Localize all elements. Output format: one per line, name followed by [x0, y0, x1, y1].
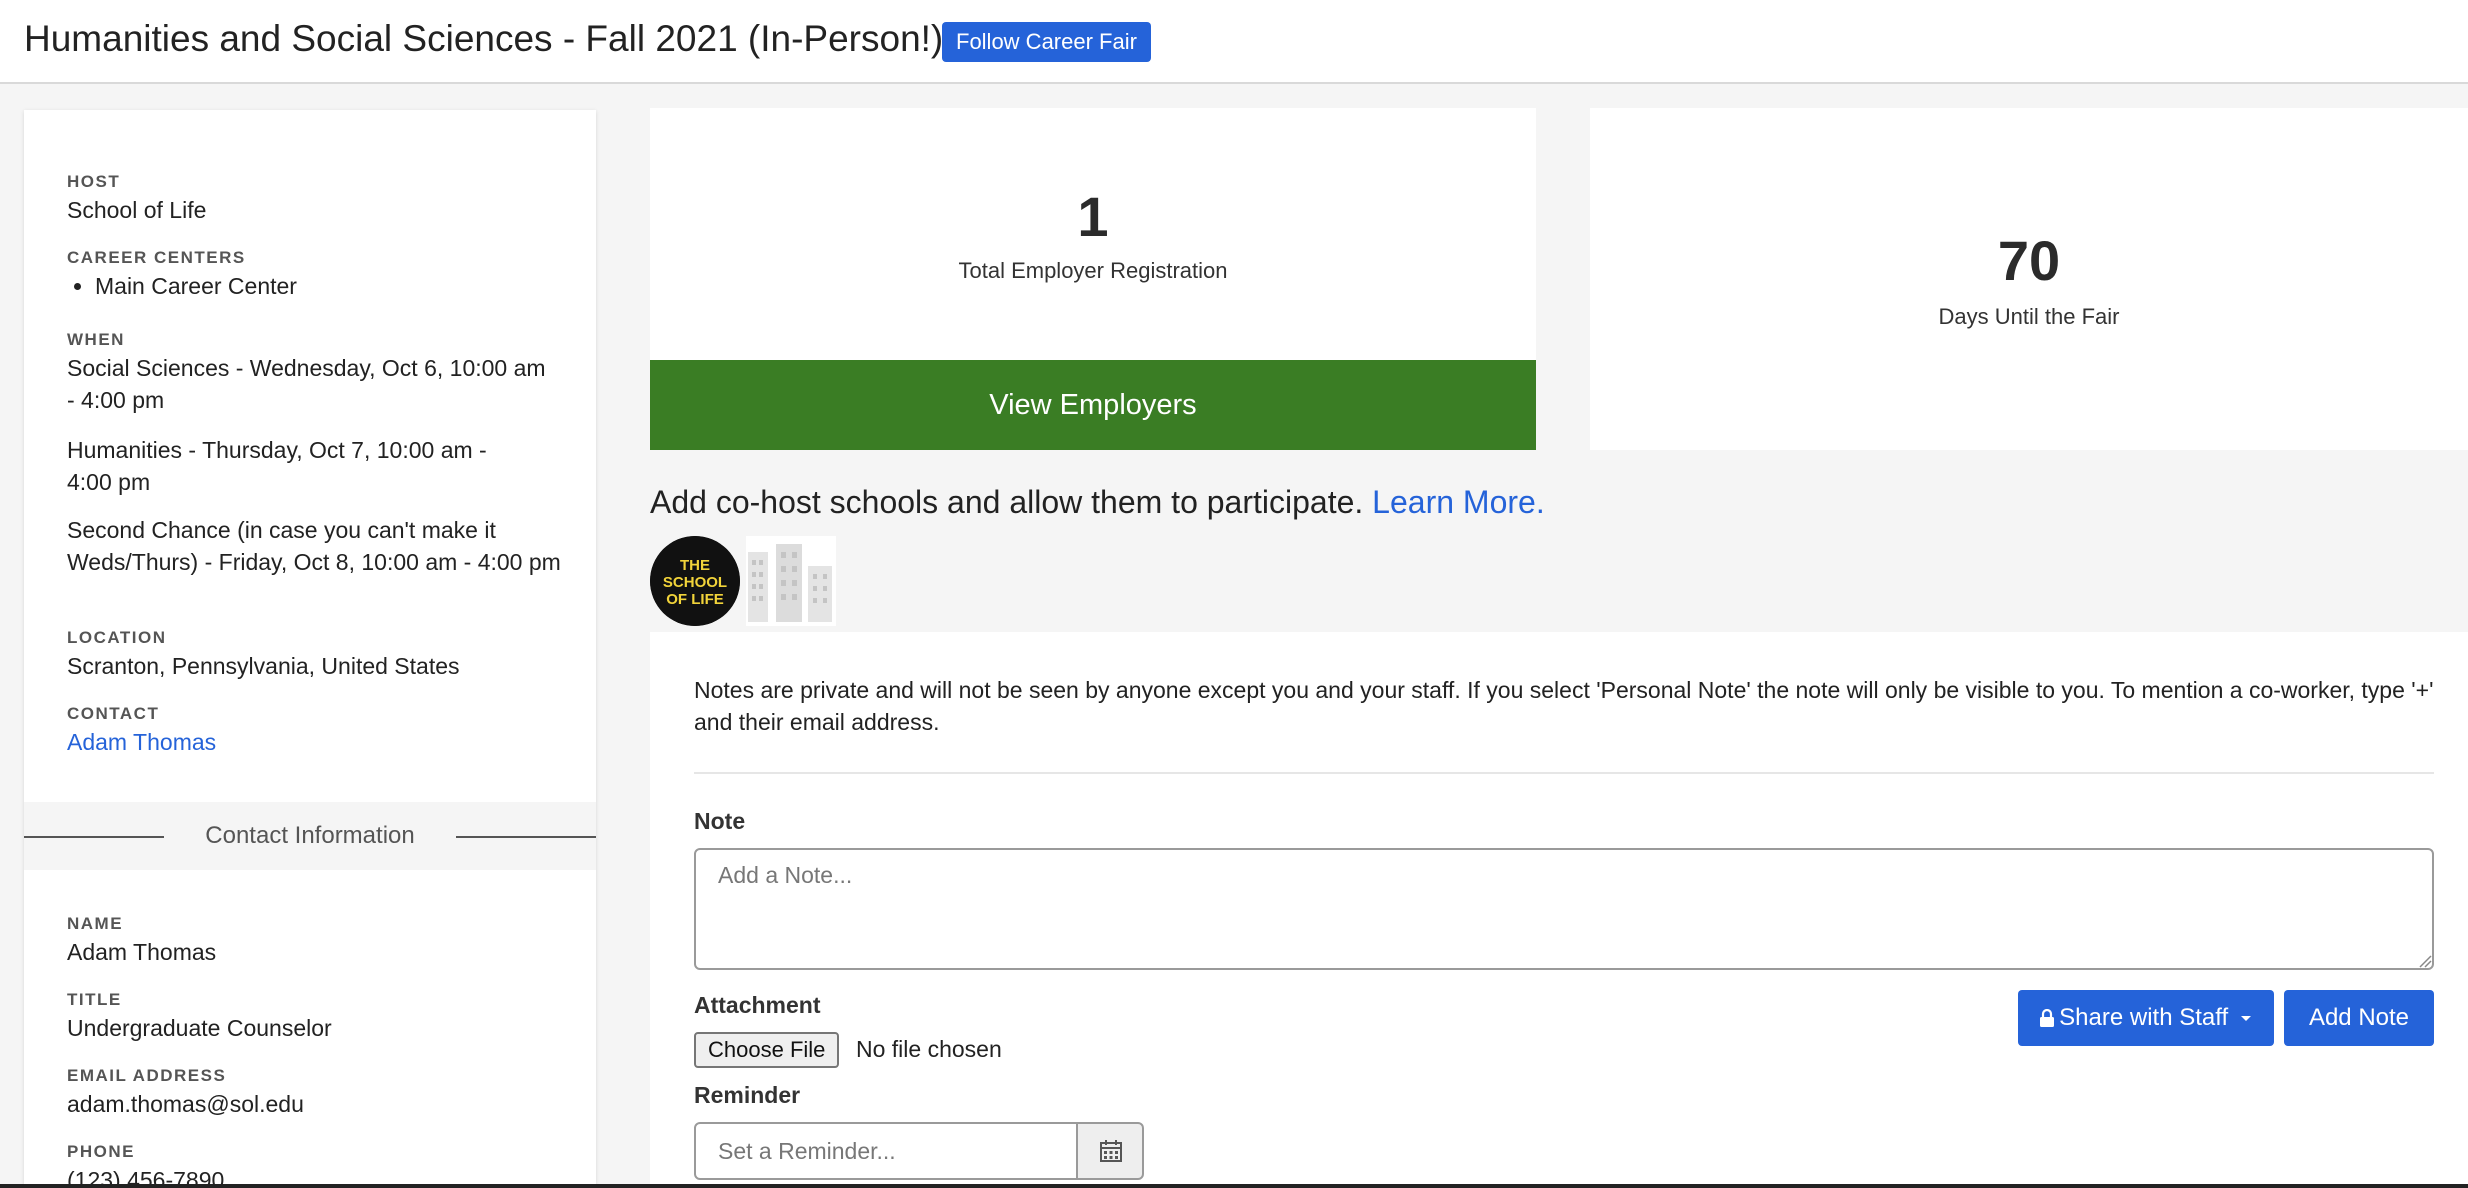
contact-info-divider: Contact Information [24, 802, 596, 870]
email-value: adam.thomas@sol.edu [67, 1091, 304, 1117]
registrations-count: 1 [1077, 185, 1109, 248]
host-value: School of Life [67, 197, 207, 223]
notes-panel: Notes are private and will not be seen b… [650, 632, 2468, 1188]
when-second-chance: Second Chance (in case you can't make it… [67, 517, 561, 575]
title-value: Undergraduate Counselor [67, 1015, 332, 1041]
lock-icon [2040, 1008, 2055, 1027]
school-of-life-logo[interactable]: THE SCHOOL OF LIFE [650, 536, 740, 626]
calendar-picker-button[interactable] [1076, 1122, 1144, 1180]
cohost-text: Add co-host schools and allow them to pa… [650, 484, 1364, 520]
career-centers-label: CAREER CENTERS [67, 248, 246, 267]
days-label: Days Until the Fair [1938, 304, 2120, 329]
follow-career-fair-button[interactable]: Follow Career Fair [942, 22, 1151, 62]
location-label: LOCATION [67, 628, 167, 647]
days-count: 70 [1997, 229, 2061, 292]
choose-file-button[interactable]: Choose File [694, 1032, 840, 1068]
page-title: Humanities and Social Sciences - Fall 20… [24, 18, 944, 59]
notes-privacy-info: Notes are private and will not be seen b… [694, 677, 2434, 735]
note-label: Note [694, 808, 746, 834]
host-label: HOST [67, 172, 121, 191]
page-header: Humanities and Social Sciences - Fall 20… [0, 0, 2468, 84]
caret-down-icon [2240, 1016, 2251, 1021]
share-with-staff-button[interactable]: Share with Staff [2018, 990, 2274, 1046]
file-status: No file chosen [856, 1036, 1002, 1062]
calendar-icon [1100, 1140, 1122, 1162]
career-centers-list: Main Career Center [67, 270, 297, 302]
name-value: Adam Thomas [67, 939, 217, 965]
bottom-edge-bar [0, 1184, 2468, 1188]
email-label: EMAIL ADDRESS [67, 1066, 227, 1085]
note-textarea[interactable] [694, 848, 2434, 970]
share-with-staff-label: Share with Staff [2059, 1004, 2229, 1031]
title-label: TITLE [67, 990, 122, 1009]
view-employers-button[interactable]: View Employers [650, 360, 1536, 450]
when-humanities: Humanities - Thursday, Oct 7, 10:00 am -… [67, 437, 487, 495]
when-label: WHEN [67, 330, 125, 349]
days-until-card: 70 Days Until the Fair [1590, 108, 2468, 450]
name-label: NAME [67, 914, 124, 933]
contact-link[interactable]: Adam Thomas [67, 726, 216, 758]
career-center-item: Main Career Center [95, 270, 297, 302]
attachment-label: Attachment [694, 992, 821, 1018]
registrations-label: Total Employer Registration [958, 258, 1228, 283]
learn-more-link[interactable]: Learn More. [1372, 484, 1545, 520]
phone-label: PHONE [67, 1142, 135, 1161]
divider-line-right [456, 836, 596, 838]
registrations-card: 1 Total Employer Registration View Emplo… [650, 108, 1536, 450]
notes-divider [694, 772, 2434, 774]
cohost-prompt: Add co-host schools and allow them to pa… [650, 484, 1545, 521]
reminder-input[interactable] [694, 1122, 1078, 1180]
logo-text-line-1: THE [680, 557, 710, 574]
logo-text-line-3: OF LIFE [666, 591, 724, 608]
location-value: Scranton, Pennsylvania, United States [67, 653, 460, 679]
placeholder-school-building-icon[interactable] [746, 536, 836, 626]
contact-label: CONTACT [67, 704, 160, 723]
add-note-button[interactable]: Add Note [2284, 990, 2434, 1046]
logo-text-line-2: SCHOOL [663, 574, 727, 591]
resize-grip-icon[interactable] [2418, 954, 2432, 968]
when-social-sciences: Social Sciences - Wednesday, Oct 6, 10:0… [67, 355, 546, 413]
fair-details-sidebar: HOST School of Life CAREER CENTERS Main … [24, 110, 596, 1188]
reminder-label: Reminder [694, 1082, 801, 1108]
